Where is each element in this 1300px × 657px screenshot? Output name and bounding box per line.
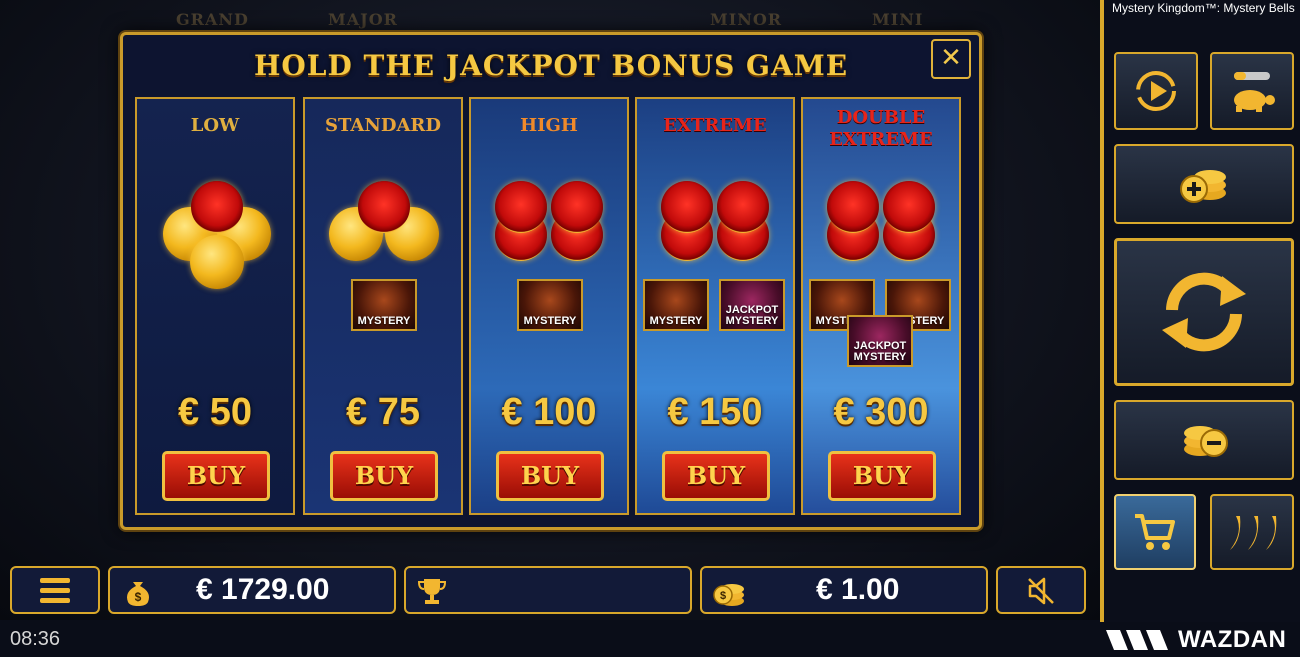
- tier-name: EXTREME: [663, 115, 767, 136]
- autoplay-button[interactable]: [1114, 52, 1198, 130]
- bonus-tiers: LOW € 50 BUY STANDARD MYSTERY € 75 BUY H…: [135, 97, 967, 515]
- buy-button-double-extreme[interactable]: BUY: [828, 451, 936, 501]
- spin-button[interactable]: [1114, 238, 1294, 386]
- tier-extreme: EXTREME MYSTERY JACKPOT MYSTERY € 150 BUY: [635, 97, 795, 515]
- jackpot-mystery-symbol-icon: JACKPOT MYSTERY: [847, 315, 913, 367]
- jackpot-mini-label: MINI: [872, 10, 924, 29]
- bonus-buy-modal: HOLD THE JACKPOT BONUS GAME ✕ LOW € 50 B…: [120, 32, 982, 530]
- tier-name: DOUBLE EXTREME: [829, 107, 933, 150]
- jackpot-minor-label: MINOR: [710, 10, 783, 29]
- buy-button-low[interactable]: BUY: [162, 451, 270, 501]
- jackpot-labels: GRAND MAJOR MINOR MINI: [0, 6, 1100, 30]
- jackpot-grand-label: GRAND: [176, 10, 249, 29]
- balance-value: € 1729.00: [196, 573, 330, 606]
- mute-icon: [1028, 577, 1054, 605]
- coins-minus-icon: [1184, 426, 1228, 457]
- chili-peppers-icon: [1230, 516, 1277, 550]
- trophy-icon: [418, 579, 446, 604]
- mystery-symbol-icon: MYSTERY: [351, 279, 417, 331]
- close-icon: ✕: [940, 43, 962, 73]
- turbo-speed-button[interactable]: [1210, 52, 1294, 130]
- money-bag-icon: $: [127, 582, 149, 606]
- tier-price: € 300: [833, 391, 929, 433]
- tier-standard: STANDARD MYSTERY € 75 BUY: [303, 97, 463, 515]
- buy-button-high[interactable]: BUY: [496, 451, 604, 501]
- jackpot-mystery-symbol-icon: JACKPOT MYSTERY: [719, 279, 785, 331]
- tier-low: LOW € 50 BUY: [135, 97, 295, 515]
- tier-high: HIGH MYSTERY € 100 BUY: [469, 97, 629, 515]
- buy-button-extreme[interactable]: BUY: [662, 451, 770, 501]
- game-title: Mystery Kingdom™: Mystery Bells: [1112, 1, 1295, 15]
- spin-arrows-icon: [1162, 272, 1246, 352]
- sound-toggle-button[interactable]: [996, 566, 1086, 614]
- balance-display: $ € 1729.00: [108, 566, 396, 614]
- buy-feature-button[interactable]: [1114, 494, 1196, 570]
- wazdan-logo-icon: [1106, 630, 1168, 650]
- hamburger-menu-icon: [40, 578, 70, 603]
- modal-title: HOLD THE JACKPOT BONUS GAME: [253, 49, 849, 82]
- mystery-symbol-icon: MYSTERY: [517, 279, 583, 331]
- menu-button[interactable]: [10, 566, 100, 614]
- decrease-bet-button[interactable]: [1114, 400, 1294, 480]
- tier-price: € 75: [346, 391, 420, 433]
- autoplay-icon: [1136, 71, 1176, 111]
- control-panel: Mystery Kingdom™: Mystery Bells: [1100, 0, 1300, 622]
- tier-double-extreme: DOUBLE EXTREME MYSTERY MYSTERY JACKPOT MYS…: [801, 97, 961, 515]
- coin-stack-icon: $: [713, 584, 744, 606]
- volatility-button[interactable]: [1210, 494, 1294, 570]
- buy-button-standard[interactable]: BUY: [330, 451, 438, 501]
- brand-name: WAZDAN: [1178, 626, 1287, 653]
- increase-bet-button[interactable]: [1114, 144, 1294, 224]
- bet-value: € 1.00: [816, 573, 900, 606]
- coins-plus-icon: [1180, 170, 1226, 203]
- tier-name: LOW: [190, 115, 240, 136]
- tier-name: STANDARD: [325, 115, 441, 136]
- tier-name: HIGH: [520, 115, 578, 136]
- close-button[interactable]: ✕: [931, 39, 971, 79]
- mystery-symbol-icon: MYSTERY: [643, 279, 709, 331]
- bet-display: $ € 1.00: [700, 566, 988, 614]
- shopping-cart-icon: [1135, 514, 1175, 550]
- clock-time: 08:36: [10, 628, 61, 650]
- win-display: [404, 566, 692, 614]
- turtle-icon: [1234, 72, 1275, 112]
- tier-price: € 50: [178, 391, 252, 433]
- svg-text:$: $: [720, 590, 726, 602]
- tier-price: € 100: [501, 391, 597, 433]
- tier-price: € 150: [667, 391, 763, 433]
- jackpot-major-label: MAJOR: [328, 10, 398, 29]
- svg-text:$: $: [135, 590, 142, 604]
